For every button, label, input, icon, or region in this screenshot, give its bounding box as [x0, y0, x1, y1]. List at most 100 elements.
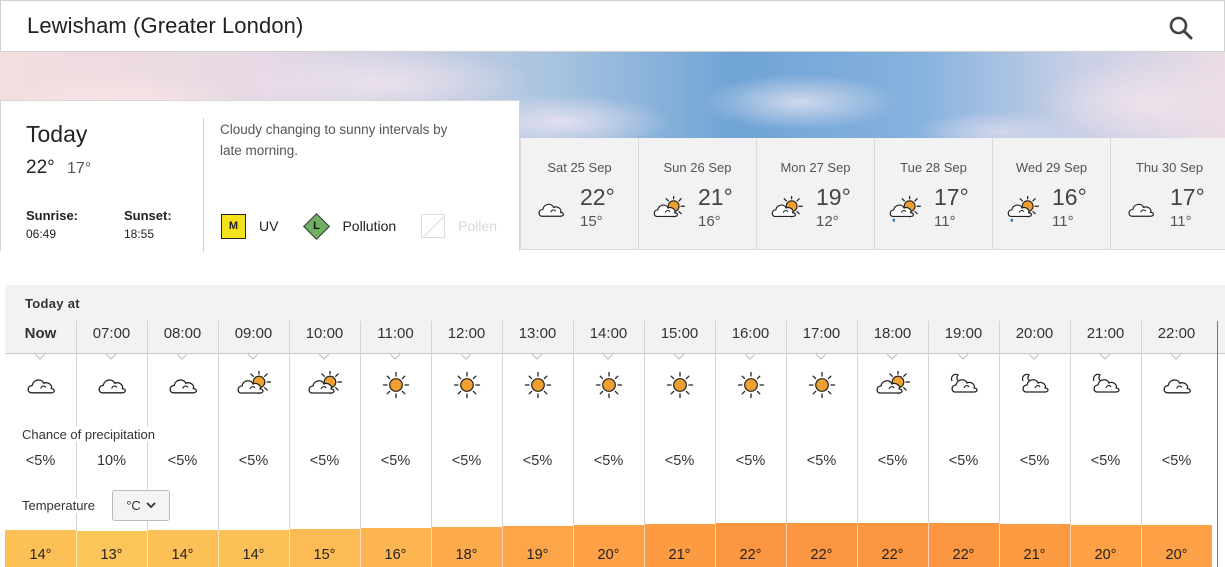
daily-forecast-strip: Sat 25 Sep 22° 15° Sun 26 Sep 21° 16° Mo… [520, 138, 1225, 250]
caret-down-icon [1171, 354, 1181, 360]
hourly-column[interactable]: 17:00 <5% 22° [786, 321, 857, 567]
cloud-icon [1159, 371, 1195, 399]
hourly-column[interactable]: 08:00 <5% 14° [147, 321, 218, 567]
precipitation-chance: <5% [451, 453, 482, 469]
sun-icon [520, 371, 556, 399]
day-date: Wed 29 Sep [1015, 160, 1088, 175]
caret-down-icon [1100, 354, 1110, 360]
precipitation-chance: <5% [1090, 453, 1121, 469]
day-card[interactable]: Sun 26 Sep 21° 16° [638, 138, 756, 250]
day-card[interactable]: Sat 25 Sep 22° 15° [520, 138, 638, 250]
chevron-down-icon [146, 502, 156, 509]
temperature-value: 20° [597, 547, 620, 563]
sun-cloud-icon [652, 194, 686, 222]
day-low-temp: 12° [816, 213, 839, 230]
day-card[interactable]: Wed 29 Sep 16° 11° [992, 138, 1110, 250]
day-high-temp: 17° [1170, 184, 1205, 210]
hour-time[interactable]: 17:00 [786, 325, 857, 342]
hour-time[interactable]: 18:00 [857, 325, 928, 342]
hourly-column[interactable]: 07:00 10% 13° [76, 321, 147, 567]
hour-time[interactable]: Now [5, 325, 76, 342]
hourly-column[interactable]: 10:00 <5% 15° [289, 321, 360, 567]
hour-time[interactable]: 09:00 [218, 325, 289, 342]
hourly-column[interactable]: 20:00 <5% 21° [999, 321, 1070, 567]
hourly-column[interactable]: 18:00 <5% 22° [857, 321, 928, 567]
today-label: Today [26, 121, 88, 147]
hourly-column[interactable]: 16:00 <5% 22° [715, 321, 786, 567]
temperature-value: 22° [952, 547, 975, 563]
sun-cloud-icon [875, 369, 911, 399]
precipitation-chance: 10% [96, 453, 127, 469]
hour-time[interactable]: 22:00 [1141, 325, 1212, 342]
precipitation-chance: <5% [238, 453, 269, 469]
caret-down-icon [319, 354, 329, 360]
today-summary: Cloudy changing to sunny intervals by la… [220, 122, 448, 158]
caret-down-icon [461, 354, 471, 360]
hour-time[interactable]: 07:00 [76, 325, 147, 342]
hourly-column[interactable]: 14:00 <5% 20° [573, 321, 644, 567]
day-low-temp: 11° [934, 213, 956, 230]
hourly-column[interactable]: 15:00 <5% 21° [644, 321, 715, 567]
hour-time[interactable]: 13:00 [502, 325, 573, 342]
hourly-column[interactable]: 13:00 <5% 19° [502, 321, 573, 567]
uv-label: UV [259, 218, 279, 234]
sun-cloud-icon [236, 369, 272, 399]
uv-badge[interactable]: M UV [221, 213, 279, 239]
hour-time[interactable]: 10:00 [289, 325, 360, 342]
temperature-unit-select[interactable]: °C [112, 490, 170, 521]
environment-badges: M UV L Pollution Pollen [221, 213, 522, 239]
sun-icon [733, 371, 769, 399]
day-card[interactable]: Mon 27 Sep 19° 12° [756, 138, 874, 250]
hour-time[interactable]: 12:00 [431, 325, 502, 342]
hour-time[interactable]: 19:00 [928, 325, 999, 342]
hour-time[interactable]: 11:00 [360, 325, 431, 342]
temperature-value: 21° [1023, 547, 1046, 563]
hourly-column[interactable]: 21:00 <5% 20° [1070, 321, 1141, 567]
hourly-column[interactable]: 11:00 <5% 16° [360, 321, 431, 567]
hour-time[interactable]: 20:00 [999, 325, 1070, 342]
hourly-scroll-edge [1217, 321, 1218, 567]
pollen-badge: Pollen [421, 214, 497, 238]
day-high-temp: 17° [934, 184, 969, 210]
precipitation-chance: <5% [380, 453, 411, 469]
temperature-value: 18° [455, 547, 478, 563]
sun-icon [591, 371, 627, 399]
sunrise-time: 06:49 [26, 227, 57, 241]
day-date: Thu 30 Sep [1135, 160, 1204, 175]
precipitation-chance: <5% [948, 453, 979, 469]
caret-down-icon [248, 354, 258, 360]
precipitation-chance: <5% [25, 453, 56, 469]
caret-down-icon [1029, 354, 1039, 360]
temperature-value: 19° [526, 547, 549, 563]
search-button[interactable] [1168, 15, 1194, 41]
hourly-column[interactable]: 19:00 <5% 22° [928, 321, 999, 567]
cloud-icon [94, 371, 130, 399]
hour-time[interactable]: 14:00 [573, 325, 644, 342]
caret-down-icon [603, 354, 613, 360]
today-panel[interactable]: Today 22° 17° Sunrise: 06:49 Sunset: 18:… [0, 100, 522, 252]
cloud-icon [534, 196, 568, 222]
hour-time[interactable]: 16:00 [715, 325, 786, 342]
temperature-value: 15° [313, 547, 336, 563]
today-high-temp: 22° [26, 157, 55, 178]
hourly-column[interactable]: 09:00 <5% 14° [218, 321, 289, 567]
day-high-temp: 19° [816, 184, 851, 210]
hourly-column[interactable]: 12:00 <5% 18° [431, 321, 502, 567]
caret-down-icon [887, 354, 897, 360]
cloud-icon [165, 371, 201, 399]
day-card[interactable]: Thu 30 Sep 17° 11° [1110, 138, 1225, 250]
sun-icon [662, 371, 698, 399]
sunset-time: 18:55 [124, 227, 155, 241]
pollen-unavailable-icon [421, 214, 446, 238]
hourly-column[interactable]: Now <5% 14° [5, 321, 76, 567]
pollution-badge[interactable]: L Pollution [303, 213, 396, 239]
sun-cloud-icon [770, 194, 804, 222]
day-card[interactable]: Tue 28 Sep 17° 11° [874, 138, 992, 250]
hour-time[interactable]: 21:00 [1070, 325, 1141, 342]
moon-cloud-icon [1088, 371, 1124, 399]
hour-time[interactable]: 15:00 [644, 325, 715, 342]
hourly-column[interactable]: 22:00 <5% 20° [1141, 321, 1212, 567]
precipitation-chance: <5% [593, 453, 624, 469]
hour-time[interactable]: 08:00 [147, 325, 218, 342]
day-high-temp: 22° [580, 184, 615, 210]
